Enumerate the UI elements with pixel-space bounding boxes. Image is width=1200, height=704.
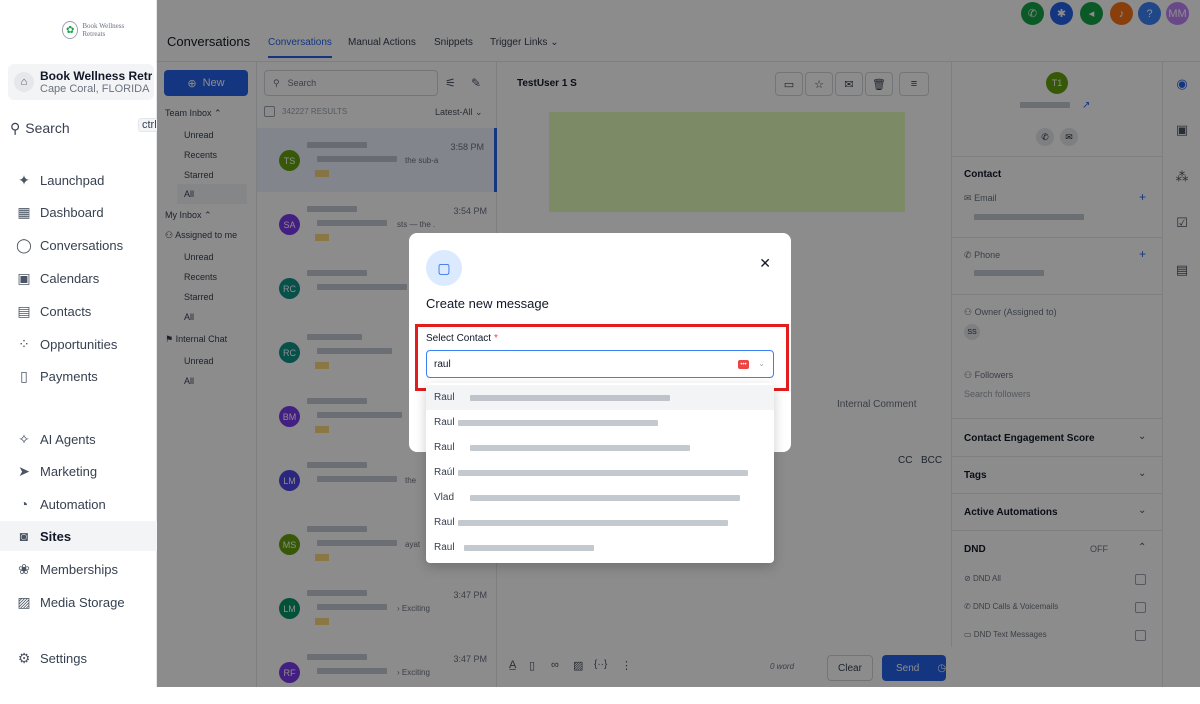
- sidebar-item-label: Launchpad: [40, 172, 105, 188]
- search-icon: ⚲: [10, 119, 21, 136]
- logo-text: Book Wellness Retreats: [82, 22, 125, 38]
- send-icon: ➤: [18, 462, 30, 479]
- modal-title: Create new message: [426, 296, 549, 311]
- contacts-icon: ▤: [17, 302, 31, 319]
- sidebar-item-label: Settings: [40, 650, 87, 666]
- sidebar-item-label: Conversations: [40, 237, 124, 253]
- sidebar-item-sites[interactable]: ◙ Sites: [0, 521, 157, 551]
- lotus-icon: ✿: [62, 21, 79, 39]
- password-manager-icon[interactable]: •••: [738, 360, 749, 369]
- option-name: Raul: [434, 517, 455, 528]
- location-icon: ⌂: [14, 72, 34, 92]
- sidebar-item-conversations[interactable]: ◯ Conversations: [0, 230, 157, 260]
- sidebar-item-launchpad[interactable]: ✦ Launchpad: [0, 165, 157, 195]
- sidebar-item-marketing[interactable]: ➤ Marketing: [0, 456, 157, 486]
- option-name: Raul: [434, 392, 455, 403]
- sidebar-item-label: Calendars: [40, 270, 100, 286]
- chevron-down-icon[interactable]: ⌄: [758, 359, 765, 368]
- contact-option[interactable]: Vlad: [426, 485, 774, 510]
- account-location: Cape Coral, FLORIDA: [40, 83, 150, 95]
- option-name: Vlad: [434, 492, 455, 503]
- sidebar-item-label: Opportunities: [40, 336, 118, 352]
- sidebar-item-media-storage[interactable]: ▨ Media Storage: [0, 587, 157, 617]
- field-label: Select Contact: [426, 333, 492, 344]
- chat-icon: ◯: [16, 236, 32, 253]
- contact-option[interactable]: Raul: [426, 510, 774, 535]
- sidebar-item-label: Dashboard: [40, 204, 104, 220]
- opportunities-icon: ⁘: [18, 335, 30, 352]
- select-contact-input[interactable]: raul ••• ⌄: [426, 350, 774, 378]
- close-icon[interactable]: ✕: [759, 255, 771, 272]
- gear-icon: ⚙: [17, 649, 31, 666]
- sidebar-item-dashboard[interactable]: ▦ Dashboard: [0, 197, 157, 227]
- option-name: Raul: [434, 417, 455, 428]
- sidebar-item-settings[interactable]: ⚙ Settings: [0, 643, 157, 673]
- payments-icon: ▯: [20, 367, 28, 384]
- brand-logo[interactable]: ✿ Book Wellness Retreats: [62, 18, 142, 42]
- contact-dropdown: Raul Raul Raul Raúl Vlad Raul Raul: [426, 383, 774, 563]
- sidebar-item-payments[interactable]: ▯ Payments: [0, 361, 157, 391]
- contact-option[interactable]: Raul: [426, 385, 774, 410]
- contact-option[interactable]: Raul: [426, 410, 774, 435]
- contact-option[interactable]: Raul: [426, 535, 774, 560]
- account-switcher[interactable]: ⌂ Book Wellness Retre... Cape Coral, FLO…: [8, 64, 154, 100]
- contact-option[interactable]: Raul: [426, 435, 774, 460]
- sidebar-item-label: Contacts: [40, 303, 92, 319]
- rocket-icon: ✦: [18, 171, 30, 188]
- calendar-icon: ▣: [17, 269, 31, 286]
- option-name: Raul: [434, 542, 455, 553]
- sidebar-item-opportunities[interactable]: ⁘ Opportunities: [0, 329, 157, 359]
- sidebar-item-label: Automation: [40, 496, 106, 512]
- sparkle-icon: ✧: [18, 430, 30, 447]
- sidebar-item-label: Marketing: [40, 463, 98, 479]
- main-sidebar: ✿ Book Wellness Retreats ⌂ Book Wellness…: [0, 0, 172, 687]
- contact-option[interactable]: Raúl: [426, 460, 774, 485]
- sites-icon: ◙: [19, 528, 29, 544]
- membership-icon: ❀: [18, 560, 30, 577]
- sidebar-item-label: Media Storage: [40, 594, 125, 610]
- option-name: Raul: [434, 442, 455, 453]
- required-mark: *: [494, 333, 498, 344]
- image-icon: ▨: [17, 593, 31, 610]
- sidebar-item-memberships[interactable]: ❀ Memberships: [0, 554, 157, 584]
- sidebar-item-automation[interactable]: ◔ Automation: [0, 489, 157, 519]
- select-contact-label: Select Contact *: [426, 333, 498, 344]
- grid-icon: ▦: [17, 203, 31, 220]
- sidebar-item-label: Payments: [40, 368, 98, 384]
- automation-icon: ◔: [19, 496, 29, 512]
- sidebar-item-label: Sites: [40, 528, 72, 544]
- sidebar-item-ai-agents[interactable]: ✧ AI Agents: [0, 424, 157, 454]
- sidebar-item-label: Memberships: [40, 561, 119, 577]
- sidebar-item-contacts[interactable]: ▤ Contacts: [0, 296, 157, 326]
- option-name: Raúl: [434, 467, 455, 478]
- sidebar-search[interactable]: ⚲ Search ctrl K: [10, 118, 172, 138]
- search-label: Search: [25, 120, 70, 136]
- message-icon: ▢: [426, 250, 462, 286]
- account-name: Book Wellness Retre...: [40, 69, 152, 83]
- sidebar-item-label: AI Agents: [40, 431, 96, 447]
- input-value: raul: [434, 358, 451, 370]
- sidebar-item-calendars[interactable]: ▣ Calendars: [0, 263, 157, 293]
